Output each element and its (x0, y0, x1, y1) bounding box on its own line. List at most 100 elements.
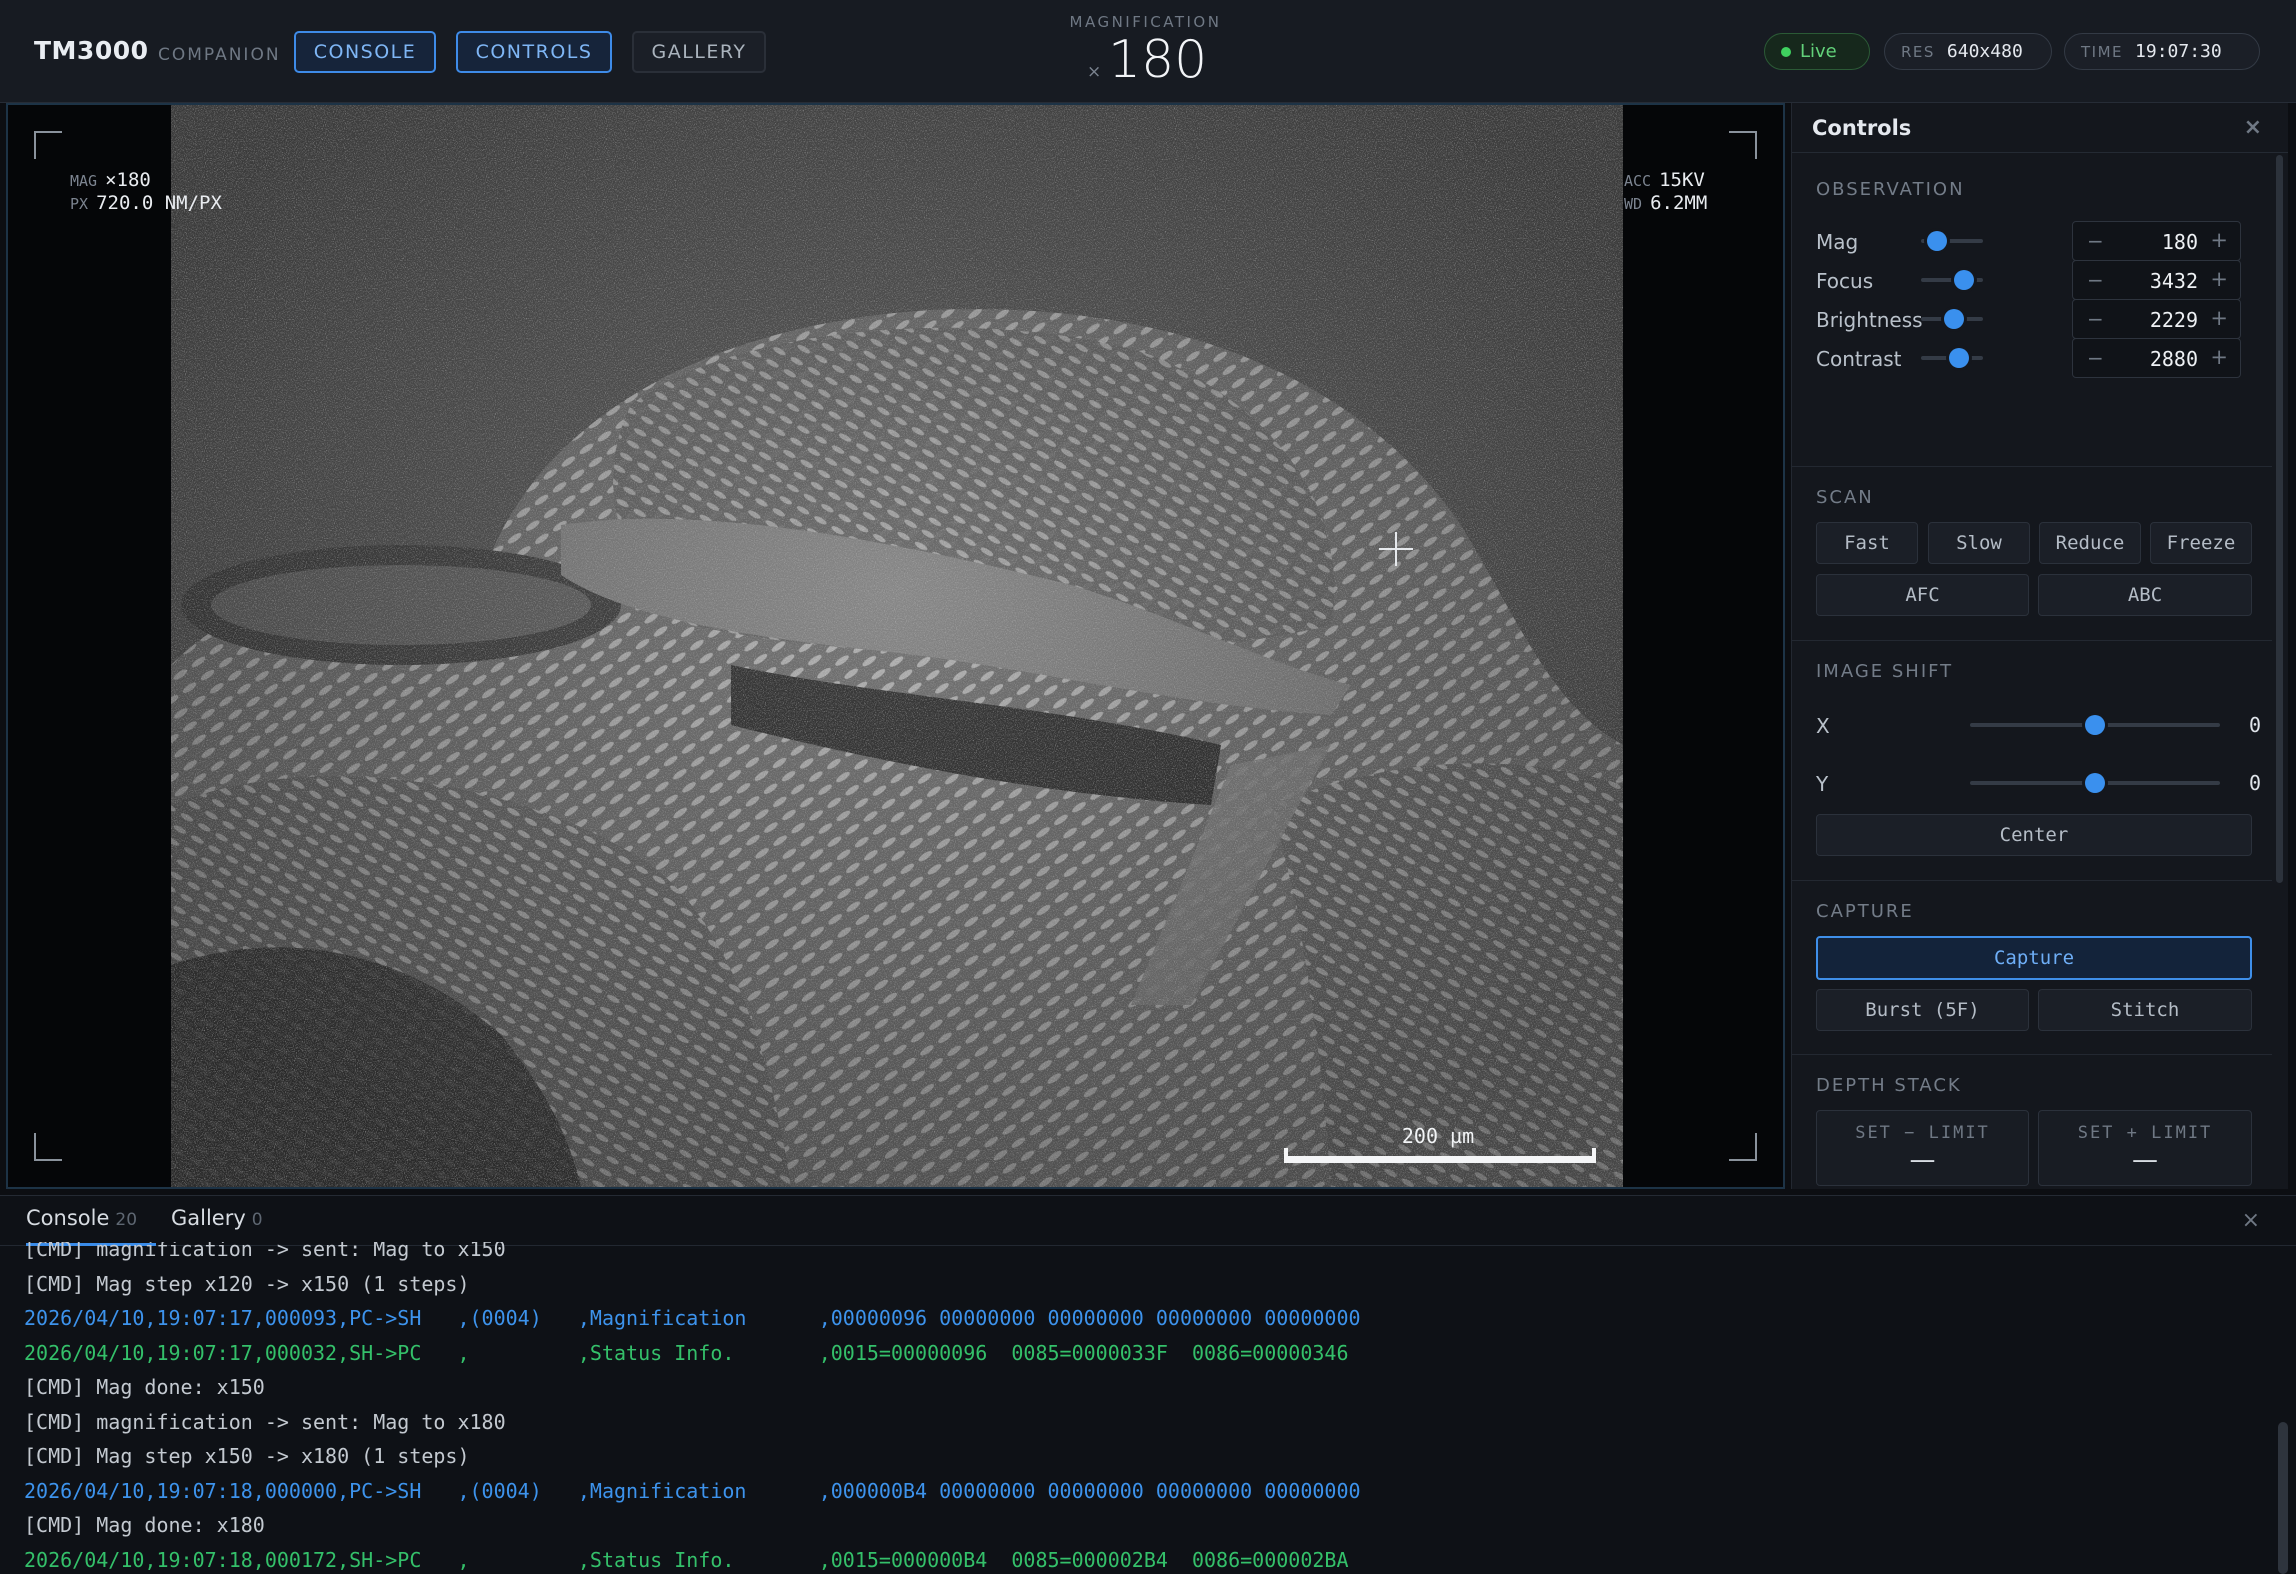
center-button[interactable]: Center (1816, 814, 2252, 856)
contrast-increment-icon[interactable]: + (2210, 345, 2228, 369)
stitch-button[interactable]: Stitch (2038, 989, 2252, 1031)
console-line: [CMD] Mag done: x150 (24, 1375, 265, 1399)
tab-gallery[interactable]: Gallery 0 (171, 1206, 301, 1246)
afc-button[interactable]: AFC (1816, 574, 2029, 616)
overlay-mag-value: ×180 (105, 169, 151, 191)
focus-slider-knob[interactable] (1954, 270, 1975, 290)
controls-title: Controls (1812, 115, 1912, 140)
frame-corner-tr (1729, 131, 1757, 159)
res-label: RES (1901, 42, 1935, 61)
app-subtitle: COMPANION (158, 45, 281, 65)
focus-decrement-icon[interactable]: − (2087, 268, 2104, 292)
focus-stepper[interactable]: − 3432 + (2072, 260, 2241, 300)
console-close-icon[interactable]: × (2242, 1208, 2260, 1233)
mag-slider[interactable] (1921, 231, 1983, 251)
time-value: 19:07:30 (2135, 41, 2222, 62)
brightness-row: Brightness − 2229 + (1816, 297, 2261, 341)
contrast-decrement-icon[interactable]: − (2087, 346, 2104, 370)
set-min-limit-button[interactable]: SET − LIMIT — (1816, 1110, 2029, 1186)
console-nav-button[interactable]: CONSOLE (294, 31, 436, 73)
console-line: 2026/04/10,19:07:17,000093,PC->SH ,(0004… (24, 1306, 1361, 1330)
overlay-left-info: MAG ×180 PX 720.0 NM/PX (70, 169, 222, 215)
console-tabs: Console 20 Gallery 0 × (0, 1196, 2296, 1246)
contrast-stepper[interactable]: − 2880 + (2072, 338, 2241, 378)
mag-value[interactable]: 180 (2162, 230, 2198, 254)
shift-x-label: X (1816, 714, 1830, 738)
brightness-slider[interactable] (1921, 309, 1983, 329)
shift-y-slider[interactable] (1970, 773, 2220, 793)
scan-fast-button[interactable]: Fast (1816, 522, 1918, 564)
brightness-increment-icon[interactable]: + (2210, 306, 2228, 330)
scale-bar-tick-right (1592, 1148, 1596, 1163)
shift-x-value: 0 (2248, 713, 2261, 737)
time-label: TIME (2081, 42, 2124, 61)
console-log[interactable]: [CMD] magnification -> sent: Mag to x150… (24, 1242, 2264, 1574)
contrast-slider-knob[interactable] (1949, 348, 1970, 368)
scale-bar-label: 200 µm (1401, 1124, 1475, 1148)
contrast-label: Contrast (1816, 347, 1902, 371)
console-scrollbar[interactable] (2278, 1422, 2288, 1574)
console-line: 2026/04/10,19:07:17,000032,SH->PC , ,Sta… (24, 1340, 1349, 1365)
mag-row: Mag − 180 + (1816, 219, 2261, 263)
sem-viewer[interactable]: MAG ×180 PX 720.0 NM/PX ACC 15KV WD 6.2MM 20… (6, 103, 1785, 1189)
brightness-stepper[interactable]: − 2229 + (2072, 299, 2241, 339)
mag-decrement-icon[interactable]: − (2087, 229, 2104, 253)
shift-y-knob[interactable] (2085, 773, 2105, 793)
image-shift-section: IMAGE SHIFT X 0 Y 0 Center (1792, 641, 2272, 881)
console-line: [CMD] Mag done: x180 (24, 1513, 265, 1537)
close-icon[interactable]: × (2244, 115, 2262, 140)
overlay-px-label: PX (70, 195, 89, 213)
scan-reduce-button[interactable]: Reduce (2039, 522, 2141, 564)
mag-increment-icon[interactable]: + (2210, 228, 2228, 252)
brightness-value[interactable]: 2229 (2150, 308, 2198, 332)
capture-button[interactable]: Capture (1816, 936, 2252, 980)
focus-increment-icon[interactable]: + (2210, 267, 2228, 291)
live-status-badge: Live (1764, 33, 1870, 70)
overlay-wd-label: WD (1624, 195, 1643, 213)
contrast-slider[interactable] (1921, 348, 1983, 368)
capture-title: CAPTURE (1816, 901, 1914, 922)
shift-x-knob[interactable] (2085, 715, 2105, 735)
burst-button[interactable]: Burst (5F) (1816, 989, 2029, 1031)
tab-console[interactable]: Console 20 (26, 1206, 156, 1246)
scale-bar-tick-left (1284, 1148, 1288, 1163)
console-line: [CMD] Mag step x150 -> x180 (1 steps) (24, 1444, 470, 1468)
focus-slider[interactable] (1921, 270, 1983, 290)
brightness-label: Brightness (1816, 308, 1923, 332)
crosshair-icon (1379, 532, 1413, 566)
controls-scrollbar[interactable] (2276, 155, 2283, 883)
set-max-limit-label: SET + LIMIT (2077, 1123, 2213, 1143)
mag-stepper[interactable]: − 180 + (2072, 221, 2241, 261)
scan-section: SCAN Fast Slow Reduce Freeze AFC ABC (1792, 467, 2272, 641)
console-line: [CMD] magnification -> sent: Mag to x180 (24, 1409, 506, 1434)
overlay-right-info: ACC 15KV WD 6.2MM (1624, 169, 1707, 215)
scan-slow-button[interactable]: Slow (1928, 522, 2030, 564)
shift-y-value: 0 (2248, 771, 2261, 795)
console-line: 2026/04/10,19:07:18,000172,SH->PC , ,Sta… (24, 1547, 1349, 1572)
console-line: [CMD] Mag step x120 -> x150 (1 steps) (24, 1271, 470, 1296)
controls-nav-button[interactable]: CONTROLS (456, 31, 612, 73)
mag-slider-knob[interactable] (1926, 231, 1947, 251)
observation-title: OBSERVATION (1816, 179, 1965, 200)
brightness-decrement-icon[interactable]: − (2087, 307, 2104, 331)
brightness-slider-knob[interactable] (1944, 309, 1965, 329)
abc-button[interactable]: ABC (2038, 574, 2252, 616)
contrast-value[interactable]: 2880 (2150, 347, 2198, 371)
focus-value[interactable]: 3432 (2150, 269, 2198, 293)
overlay-acc-label: ACC (1624, 172, 1652, 190)
shift-x-row: X 0 (1816, 703, 2261, 747)
app-name: TM3000 (34, 36, 149, 65)
top-bar: TM3000 COMPANION CONSOLE CONTROLS GALLER… (0, 0, 2296, 103)
resolution-badge: RES 640x480 (1884, 33, 2052, 70)
gallery-nav-button[interactable]: GALLERY (632, 31, 766, 73)
overlay-wd-value: 6.2MM (1650, 192, 1708, 214)
magnification-prefix: × (1087, 62, 1102, 82)
tab-gallery-label: Gallery (171, 1206, 246, 1230)
sem-live-image[interactable] (171, 105, 1623, 1187)
scan-freeze-button[interactable]: Freeze (2150, 522, 2252, 564)
set-min-limit-value: — (1909, 1145, 1936, 1175)
observation-section: OBSERVATION Mag −180 + Focus −3432 + Brightnes… (1792, 153, 2272, 467)
depth-stack-section: DEPTH STACK SET − LIMIT — SET + LIMIT — (1792, 1055, 2272, 1189)
shift-x-slider[interactable] (1970, 715, 2220, 735)
set-max-limit-button[interactable]: SET + LIMIT — (2038, 1110, 2252, 1186)
